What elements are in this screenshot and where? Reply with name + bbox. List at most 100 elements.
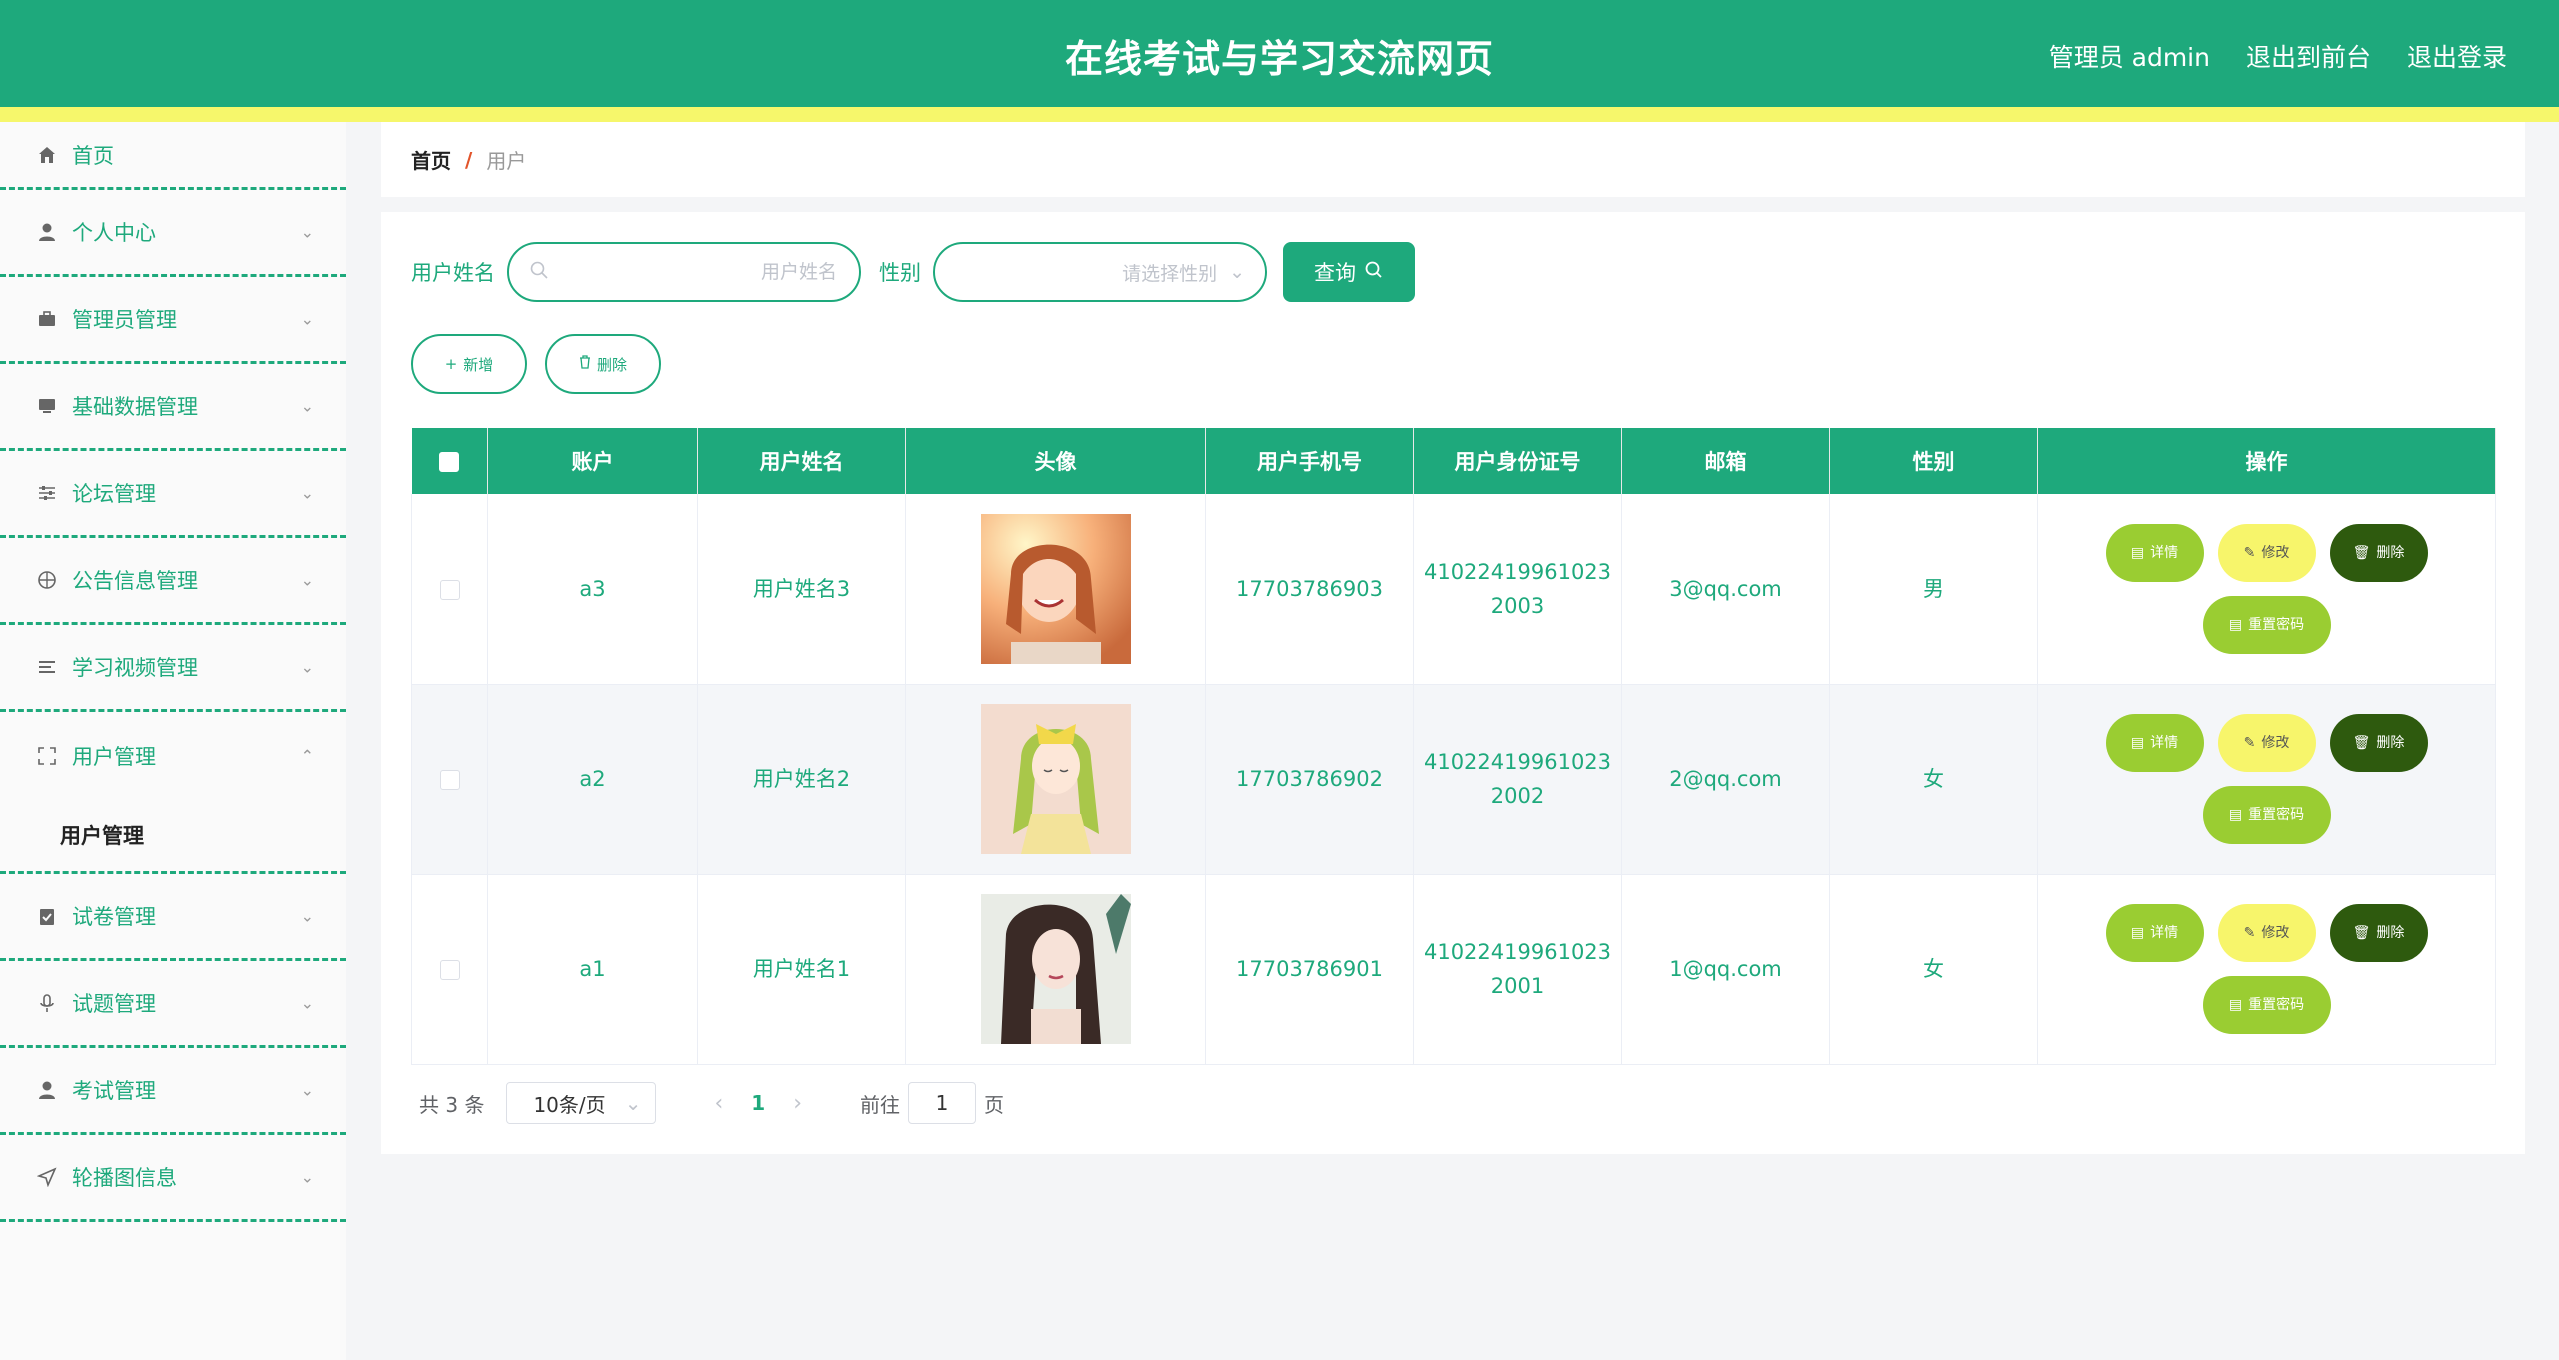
reset-label: 重置密码	[2248, 807, 2305, 823]
reset-label: 重置密码	[2248, 997, 2305, 1013]
row-checkbox[interactable]	[439, 960, 460, 980]
name-search-field[interactable]	[507, 242, 861, 302]
page-size-select[interactable]: 10条/页 ⌄	[506, 1082, 657, 1124]
document-icon: ▤	[2228, 616, 2243, 633]
phone-cell: 17703786903	[1205, 494, 1414, 685]
id-card-cell: 41022419961023 2003	[1413, 494, 1622, 685]
document-icon: ▤	[2228, 807, 2243, 823]
breadcrumb-home[interactable]: 首页	[411, 145, 451, 174]
row-checkbox[interactable]	[439, 770, 460, 790]
chevron-down-icon: ⌄	[300, 1080, 314, 1100]
clipboard-icon	[36, 905, 58, 927]
name-cell: 用户姓名2	[697, 684, 906, 875]
gender-cell: 女	[1829, 684, 2038, 875]
edit-button[interactable]: ✎ 修改	[2217, 904, 2316, 962]
sidebar-item-label: 用户管理	[72, 744, 156, 769]
column-header: 操作	[2037, 428, 2496, 494]
user-table: 账户 用户姓名 头像 用户手机号 用户身份证号 邮箱 性别 操作 a3 用户姓名…	[411, 428, 2496, 1065]
detail-button[interactable]: ▤ 详情	[2105, 523, 2204, 582]
reset-password-button[interactable]: ▤ 重置密码	[2202, 595, 2331, 654]
logout-link[interactable]: 退出登录	[2407, 38, 2507, 74]
column-header: 账户	[487, 428, 698, 494]
sidebar-item-user-management[interactable]: 用户管理 ⌃	[0, 712, 346, 799]
column-header: 用户姓名	[697, 428, 906, 494]
sidebar-item-study-video[interactable]: 学习视频管理 ⌄	[0, 625, 346, 712]
sidebar-item-label: 学习视频管理	[72, 656, 198, 680]
operations-cell: ▤ 详情 ✎ 修改 🗑 删除 ▤ 重置密码	[2037, 874, 2496, 1065]
detail-label: 详情	[2150, 925, 2179, 941]
avatar[interactable]	[980, 704, 1131, 854]
breadcrumb-separator: /	[465, 147, 473, 172]
sidebar: 首页 个人中心 ⌄ 管理员管理 ⌄ 基础数据管理 ⌄ 论坛管理 ⌄ 公告信息管理…	[0, 122, 346, 1360]
sidebar-item-announcement[interactable]: 公告信息管理 ⌄	[0, 538, 346, 625]
sidebar-item-paper[interactable]: 试卷管理 ⌄	[0, 874, 346, 961]
sidebar-item-admin-management[interactable]: 管理员管理 ⌄	[0, 277, 346, 364]
prev-page-icon[interactable]: ‹	[714, 1091, 723, 1116]
admin-user-label[interactable]: 管理员 admin	[2049, 38, 2210, 74]
avatar-cell	[905, 684, 1206, 875]
action-toolbar: + 新增 删除	[411, 334, 661, 394]
reset-label: 重置密码	[2248, 616, 2305, 633]
select-all-checkbox[interactable]	[439, 452, 460, 472]
page-number[interactable]: 1	[751, 1091, 765, 1115]
table-row: a3 用户姓名3 17703786903 41022419961023 2003…	[411, 494, 2496, 685]
query-button[interactable]: 查询	[1283, 242, 1415, 302]
sidebar-item-exam[interactable]: 考试管理 ⌄	[0, 1048, 346, 1135]
account-cell: a3	[487, 494, 698, 685]
briefcase-icon	[36, 308, 58, 330]
email-cell: 2@qq.com	[1621, 684, 1830, 875]
reset-password-button[interactable]: ▤ 重置密码	[2202, 976, 2331, 1034]
monitor-icon	[36, 395, 58, 417]
fullscreen-icon	[36, 745, 58, 767]
batch-delete-button[interactable]: 删除	[545, 334, 661, 394]
query-button-label: 查询	[1314, 261, 1356, 285]
delete-button[interactable]: 🗑 删除	[2329, 523, 2428, 582]
row-checkbox[interactable]	[439, 579, 460, 600]
add-button[interactable]: + 新增	[411, 334, 527, 394]
phone-cell: 17703786901	[1205, 874, 1414, 1065]
account-cell: a2	[487, 684, 698, 875]
detail-button[interactable]: ▤ 详情	[2105, 904, 2204, 962]
sidebar-item-forum[interactable]: 论坛管理 ⌄	[0, 451, 346, 538]
reset-password-button[interactable]: ▤ 重置密码	[2202, 786, 2331, 844]
table-header-row: 账户 用户姓名 头像 用户手机号 用户身份证号 邮箱 性别 操作	[411, 428, 2496, 494]
sidebar-item-question[interactable]: 试题管理 ⌄	[0, 961, 346, 1048]
sidebar-item-carousel[interactable]: 轮播图信息 ⌄	[0, 1135, 346, 1222]
edit-label: 修改	[2261, 544, 2290, 561]
table-row: a1 用户姓名1 17703786901 41022419961023 2001…	[411, 874, 2496, 1065]
gender-label: 性别	[879, 261, 921, 285]
edit-button[interactable]: ✎ 修改	[2217, 714, 2316, 772]
jump-page-input[interactable]	[908, 1082, 976, 1124]
document-icon: ▤	[2228, 997, 2243, 1013]
sidebar-item-personal-center[interactable]: 个人中心 ⌄	[0, 190, 346, 277]
phone-cell: 17703786902	[1205, 684, 1414, 875]
home-icon	[36, 144, 58, 166]
sidebar-item-basic-data[interactable]: 基础数据管理 ⌄	[0, 364, 346, 451]
next-page-icon[interactable]: ›	[793, 1091, 802, 1116]
exit-to-front-link[interactable]: 退出到前台	[2246, 38, 2371, 74]
document-icon: ▤	[2130, 925, 2145, 941]
header-accent-bar	[0, 107, 2559, 122]
delete-button[interactable]: 🗑 删除	[2329, 714, 2428, 772]
user-icon	[36, 221, 58, 243]
column-header: 邮箱	[1621, 428, 1830, 494]
jump-unit: 页	[984, 1092, 1004, 1117]
gender-select[interactable]: 请选择性别 ⌄	[933, 242, 1267, 302]
sidebar-item-home[interactable]: 首页	[0, 122, 346, 190]
delete-button[interactable]: 🗑 删除	[2329, 904, 2428, 962]
chevron-down-icon: ⌄	[300, 483, 314, 503]
list-icon	[36, 656, 58, 678]
avatar[interactable]	[980, 513, 1131, 664]
name-search-input[interactable]	[549, 260, 839, 284]
detail-button[interactable]: ▤ 详情	[2105, 714, 2204, 772]
gender-select-placeholder: 请选择性别	[1122, 262, 1218, 285]
id-card-cell: 41022419961023 2001	[1413, 874, 1622, 1065]
detail-label: 详情	[2150, 735, 2179, 751]
globe-icon	[36, 569, 58, 591]
submenu-user-management[interactable]: 用户管理	[0, 799, 346, 874]
sidebar-item-label: 论坛管理	[72, 482, 156, 506]
avatar[interactable]	[980, 894, 1131, 1044]
search-icon	[529, 260, 549, 284]
sidebar-item-label: 管理员管理	[72, 308, 177, 332]
edit-button[interactable]: ✎ 修改	[2217, 523, 2316, 582]
